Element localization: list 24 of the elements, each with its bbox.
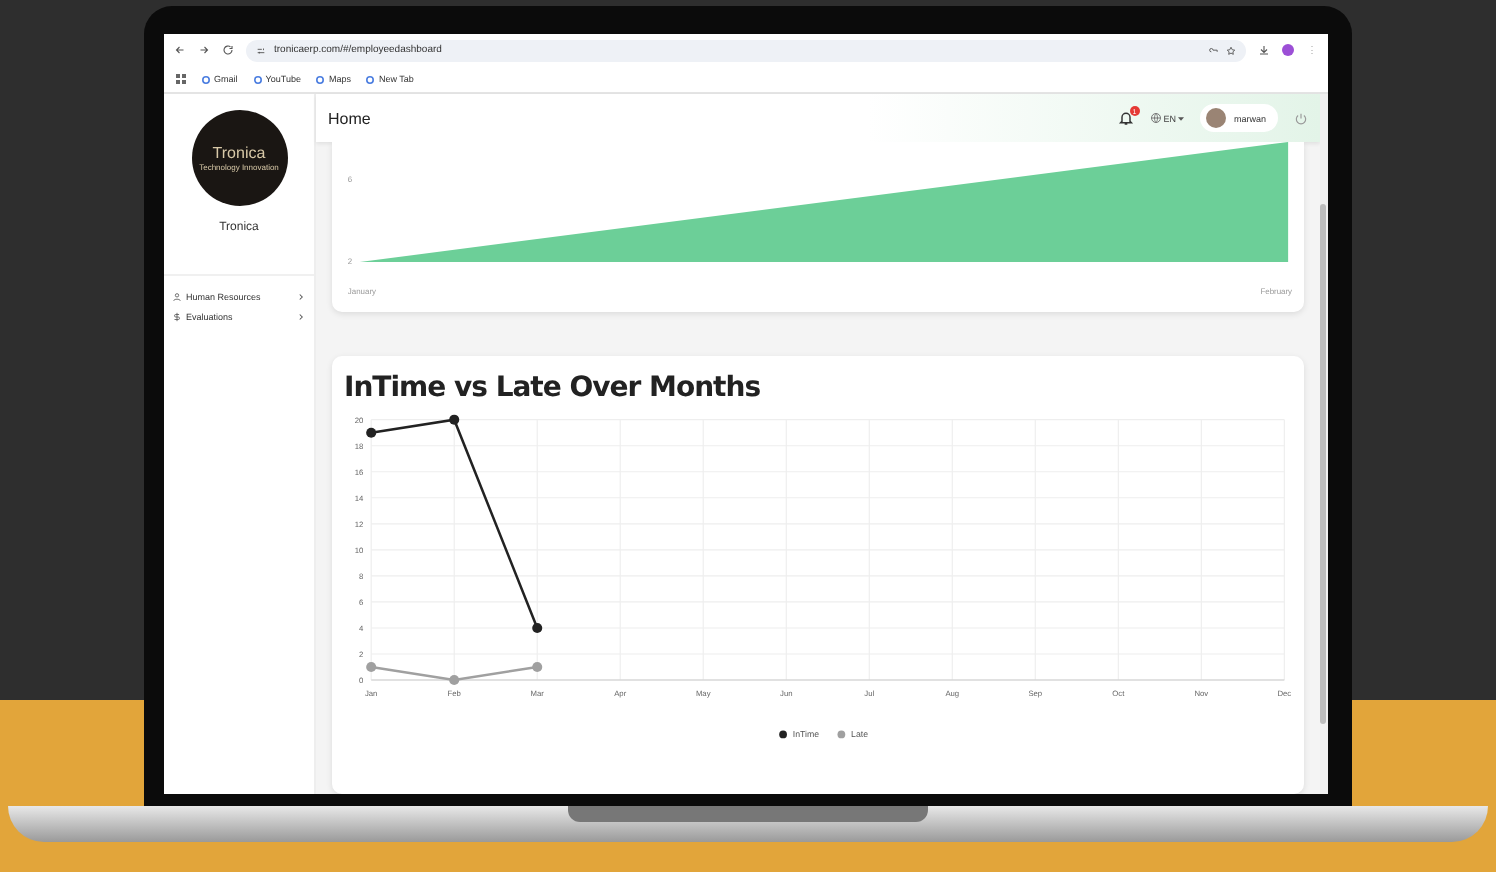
chart-title: InTime vs Late Over Months [344,372,763,404]
avatar [1205,108,1226,128]
data-point [532,622,543,633]
bell-icon [1117,110,1134,126]
apps-grid-icon[interactable] [176,74,186,84]
back-icon[interactable] [174,44,186,56]
data-point [366,427,377,438]
data-point [366,661,377,673]
profile-icon[interactable] [1282,44,1294,56]
data-point [449,414,460,425]
person-icon [172,292,182,302]
reload-icon[interactable] [222,44,234,56]
star-icon[interactable] [1226,45,1236,55]
power-icon[interactable] [1294,111,1308,125]
caret-icon [1177,115,1184,121]
download-icon[interactable] [1258,44,1270,56]
scrollbar-thumb[interactable] [1320,204,1326,724]
key-icon[interactable] [1208,45,1218,55]
dollar-icon [172,312,182,322]
forward-icon[interactable] [198,44,210,56]
data-point [449,675,460,686]
data-point [532,661,543,673]
page-title: Home [328,109,373,127]
settings-icon[interactable] [256,45,266,55]
